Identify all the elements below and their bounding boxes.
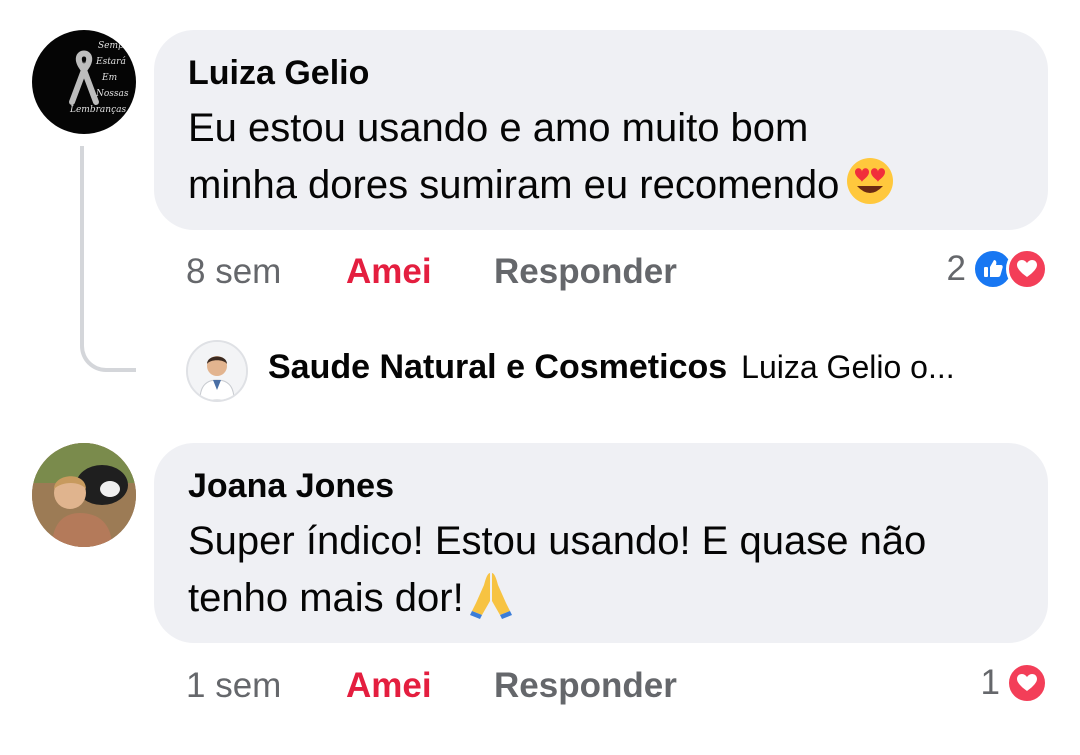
love-button[interactable]: Amei [346, 664, 494, 708]
comment-text-line-with-emoji: minha dores sumiram eu recomendo [188, 156, 1014, 221]
reaction-summary[interactable]: 2 [947, 248, 1048, 290]
avatar[interactable] [186, 340, 248, 402]
reaction-summary[interactable]: 1 [981, 662, 1048, 704]
svg-text:Em: Em [101, 73, 117, 83]
heart-icon [1006, 248, 1048, 290]
comment-text-line: tenho mais dor! [188, 576, 464, 620]
comment-text: Super índico! Estou usando! E quase não … [188, 513, 1014, 634]
reaction-count: 2 [946, 249, 966, 288]
svg-text:Lembranças: Lembranças [69, 105, 126, 115]
avatar[interactable]: Sempre Estará Em Nossas Lembranças [32, 30, 136, 134]
comment-text-line: minha dores sumiram eu recomendo [188, 163, 840, 207]
reaction-count: 1 [980, 663, 1000, 702]
folded-hands-icon [466, 569, 516, 634]
comment-text-line-with-emoji: tenho mais dor! [188, 569, 1014, 634]
reply-thread-line [80, 146, 136, 372]
reply-button[interactable]: Responder [494, 664, 677, 708]
reply-button[interactable]: Responder [494, 250, 677, 294]
comments-section: Sempre Estará Em Nossas Lembranças Luiza… [0, 0, 1080, 755]
comment-time[interactable]: 1 sem [186, 664, 346, 708]
mourning-ribbon-icon: Sempre Estará Em Nossas Lembranças [69, 41, 133, 115]
reply-snippet: Luiza Gelio o... [741, 349, 955, 385]
comment-bubble[interactable]: Luiza Gelio Eu estou usando e amo muito … [154, 30, 1048, 230]
avatar[interactable] [32, 443, 136, 547]
comment-text: Eu estou usando e amo muito bom minha do… [188, 100, 1014, 221]
svg-text:Estará: Estará [95, 56, 126, 67]
love-button[interactable]: Amei [346, 250, 494, 294]
comment-actions: 8 sem Amei Responder [186, 250, 677, 294]
person-with-dog-photo [32, 443, 136, 547]
svg-text:Nossas: Nossas [95, 89, 129, 99]
person-avatar-icon [188, 342, 246, 400]
smiling-face-with-heart-eyes-icon [845, 156, 895, 221]
comment-author[interactable]: Luiza Gelio [188, 52, 1014, 94]
comment-bubble[interactable]: Joana Jones Super índico! Estou usando! … [154, 443, 1048, 643]
svg-text:Sempre: Sempre [98, 41, 133, 51]
comment-author[interactable]: Joana Jones [188, 465, 1014, 507]
reply-preview[interactable]: Saude Natural e Cosmeticos Luiza Gelio o… [268, 348, 955, 387]
comment-text-line: Super índico! Estou usando! E quase não [188, 519, 927, 563]
comment-actions: 1 sem Amei Responder [186, 664, 677, 708]
heart-icon [1006, 662, 1048, 704]
comment-text-line: Eu estou usando e amo muito bom [188, 106, 809, 150]
reply-author[interactable]: Saude Natural e Cosmeticos [268, 348, 727, 387]
comment-time[interactable]: 8 sem [186, 250, 346, 294]
